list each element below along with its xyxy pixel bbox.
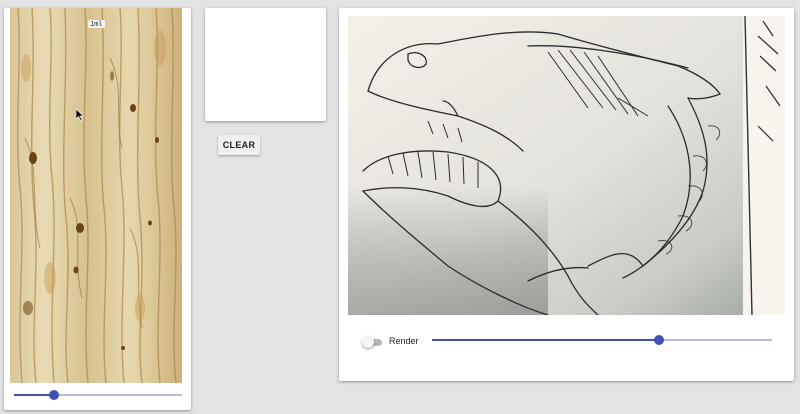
- render-strength-slider[interactable]: [432, 332, 772, 348]
- render-toggle-label: Render: [389, 336, 419, 346]
- render-toggle[interactable]: [362, 336, 382, 348]
- sketch-photo-image: [348, 16, 785, 315]
- texture-scale-slider[interactable]: [14, 387, 182, 403]
- wood-tag-text: 1ml: [88, 20, 105, 28]
- slider-fill: [14, 394, 55, 396]
- arrow-pointer-icon: [76, 109, 84, 121]
- toggle-knob[interactable]: [362, 336, 374, 348]
- slider-thumb[interactable]: [653, 335, 664, 345]
- slider-thumb[interactable]: [49, 390, 60, 400]
- clear-button[interactable]: CLEAR: [218, 135, 260, 155]
- drawing-canvas[interactable]: [205, 8, 326, 121]
- wood-texture-image[interactable]: 1ml: [10, 8, 182, 383]
- slider-fill: [432, 339, 659, 341]
